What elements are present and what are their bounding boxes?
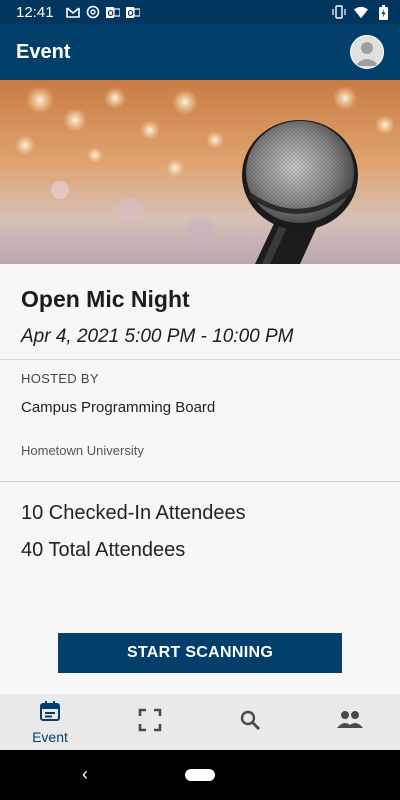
notification-icons: O O — [65, 5, 140, 19]
status-time: 12:41 — [16, 3, 54, 21]
page-title: Event — [16, 40, 71, 63]
account-avatar-icon[interactable] — [350, 35, 384, 69]
nav-item-search[interactable] — [200, 694, 300, 750]
battery-icon — [376, 4, 390, 20]
system-navigation-bar: ‹ — [0, 750, 400, 800]
total-attendees-count: 40 Total Attendees — [21, 539, 186, 561]
svg-text:O: O — [107, 9, 113, 18]
nav-label-event: Event — [32, 728, 68, 745]
status-bar: 12:41 O O — [0, 0, 400, 24]
gmail-icon — [65, 5, 80, 19]
svg-text:O: O — [127, 9, 133, 18]
scan-frame-icon — [138, 708, 162, 737]
vibrate-icon — [332, 5, 346, 19]
divider — [0, 481, 400, 482]
checked-in-count: 10 Checked-In Attendees — [21, 502, 246, 524]
at-sign-icon — [86, 5, 100, 19]
calendar-icon — [39, 700, 61, 727]
nav-item-scan[interactable] — [100, 694, 200, 750]
wifi-icon — [354, 5, 368, 19]
home-pill-icon[interactable] — [185, 769, 215, 781]
outlook-icon: O — [105, 5, 120, 19]
app-bar: Event — [0, 24, 400, 80]
bottom-navigation: Event — [0, 694, 400, 750]
outlook-icon: O — [125, 5, 140, 19]
event-date: Apr 4, 2021 5:00 PM - 10:00 PM — [21, 326, 294, 347]
search-icon — [239, 709, 261, 736]
event-title: Open Mic Night — [21, 286, 190, 312]
divider — [0, 359, 400, 360]
hosted-by-label: HOSTED BY — [21, 371, 99, 386]
event-hero-image — [0, 80, 400, 264]
start-scanning-button[interactable]: START SCANNING — [58, 633, 342, 673]
host-organization: Hometown University — [21, 443, 144, 458]
people-icon — [337, 710, 363, 735]
back-icon[interactable]: ‹ — [82, 764, 88, 785]
system-icons — [332, 4, 390, 20]
host-name: Campus Programming Board — [21, 399, 216, 416]
nav-item-people[interactable] — [300, 694, 400, 750]
nav-item-event[interactable]: Event — [0, 694, 100, 750]
